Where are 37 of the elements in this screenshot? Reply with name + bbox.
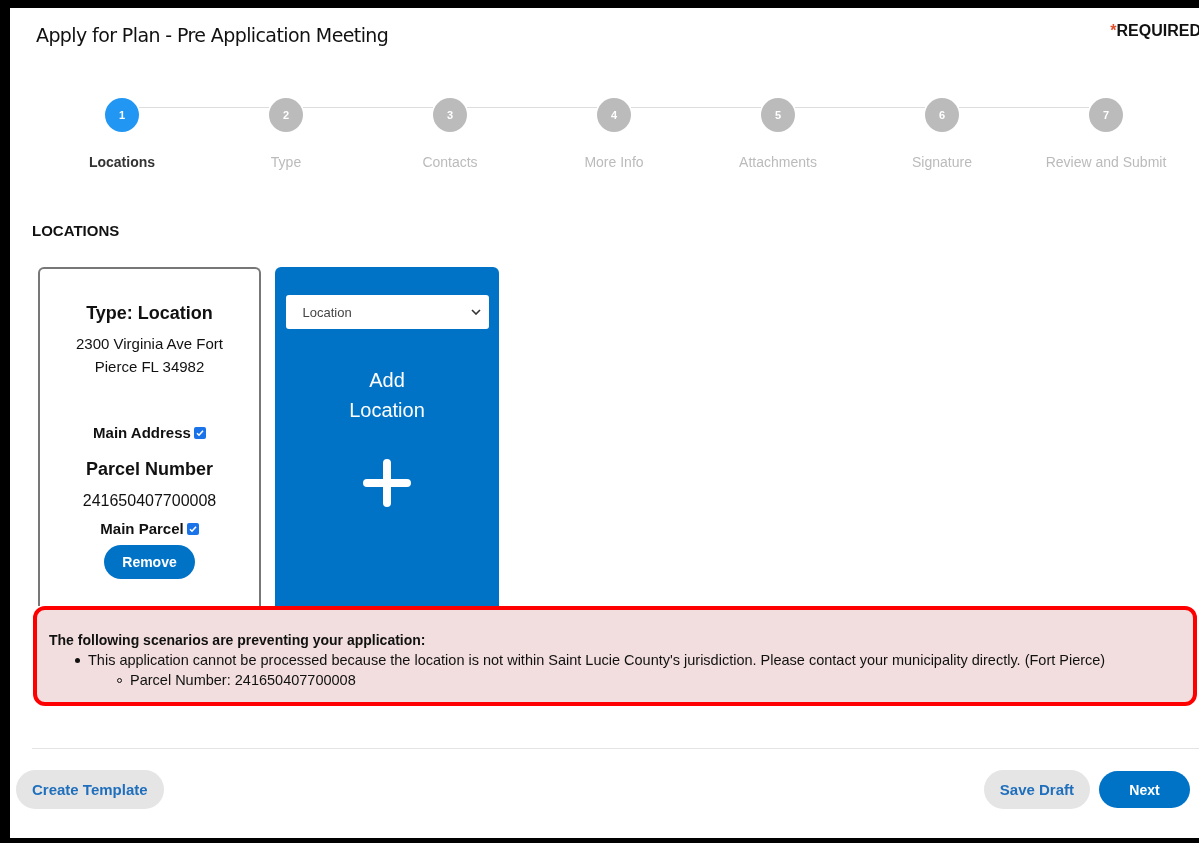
error-message: Parcel Number: 241650407700008: [130, 672, 356, 688]
parcel-number: 241650407700008: [82, 492, 217, 510]
error-message: This application cannot be processed because the location is not within Saint Lucie County's jurisdiction. Please contact your municipality directly. (Fort Pierce): [88, 652, 1106, 668]
step-number[interactable]: 2: [269, 98, 303, 132]
bullet-icon: [75, 657, 80, 663]
step-label[interactable]: Contacts: [422, 154, 478, 170]
step-label[interactable]: More Info: [584, 154, 644, 170]
step-number[interactable]: 1: [105, 98, 139, 132]
address-text: 2300 Virginia Ave Fort Pierce FL 34982: [74, 334, 224, 377]
create-template-button[interactable]: Create Template: [16, 770, 164, 809]
next-button[interactable]: Next: [1099, 771, 1190, 808]
step-label[interactable]: Review and Submit: [1045, 154, 1167, 170]
step-label[interactable]: Attachments: [739, 154, 817, 170]
location-select[interactable]: Location: [285, 295, 489, 329]
remove-button[interactable]: Remove: [104, 545, 195, 579]
section-title: LOCATIONS: [32, 222, 121, 239]
checkbox[interactable]: [193, 426, 206, 439]
parcel-heading: Parcel Number: [85, 459, 214, 480]
checkbox-label: Main Parcel: [100, 520, 184, 537]
page-title: Apply for Plan - Pre Application Meeting: [36, 24, 389, 46]
step-number[interactable]: 5: [761, 98, 795, 132]
plus-icon: [363, 459, 411, 507]
add-location-label: Add Location: [348, 368, 426, 423]
step-number[interactable]: 3: [433, 98, 467, 132]
chevron-down-icon: [470, 309, 481, 315]
save-draft-button[interactable]: Save Draft: [983, 770, 1090, 809]
checkbox[interactable]: [186, 522, 199, 535]
step-label[interactable]: Locations: [88, 154, 156, 170]
checkbox-label: Main Address: [93, 424, 191, 441]
error-heading: The following scenarios are preventing your application:: [49, 632, 427, 648]
add-location-card[interactable]: Location Add Location: [275, 267, 499, 606]
step-label[interactable]: Signature: [912, 154, 972, 170]
step-number[interactable]: 6: [925, 98, 959, 132]
card-title: Type: Location: [86, 303, 213, 324]
step-number[interactable]: 4: [597, 98, 631, 132]
step-label[interactable]: Type: [270, 154, 302, 170]
step-number[interactable]: 7: [1089, 98, 1123, 132]
